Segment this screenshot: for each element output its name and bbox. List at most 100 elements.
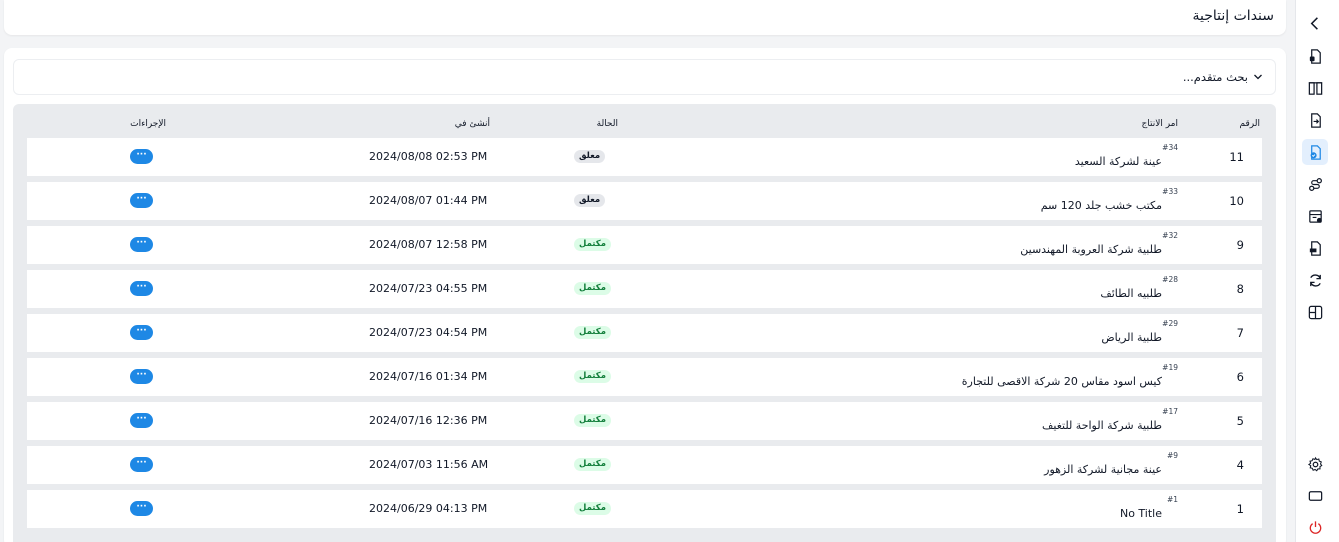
sidebar-item-routes[interactable] (1302, 171, 1328, 197)
gear-icon (1307, 456, 1322, 471)
monitor-icon (1308, 490, 1322, 501)
row-actions-button[interactable]: ··· (130, 193, 153, 208)
display-button[interactable] (1302, 483, 1328, 509)
row-number: 10 (1229, 194, 1244, 208)
status-badge: مكتمل (574, 238, 611, 251)
header-status[interactable]: الحالة (597, 119, 618, 129)
route-icon (1308, 177, 1322, 191)
table-row[interactable]: 10 #33 مكتب خشب جلد 120 سم معلق 2024/08/07 0… (27, 182, 1262, 220)
status-badge: مكتمل (574, 458, 611, 471)
order-id: #1 (1166, 495, 1178, 504)
created-at: 2024/08/08 02:53 PM (369, 150, 488, 163)
created-at: 2024/06/29 04:13 PM (369, 502, 488, 515)
row-actions-button[interactable]: ··· (130, 501, 153, 516)
file-print-icon (1309, 240, 1321, 256)
sidebar-item-columns[interactable] (1302, 75, 1328, 101)
order-name[interactable]: طلبية الرياض (1101, 331, 1162, 344)
layout-icon (1308, 305, 1322, 319)
page-title: سندات إنتاجية (1192, 8, 1274, 24)
row-actions-button[interactable]: ··· (130, 413, 153, 428)
status-badge: مكتمل (574, 282, 611, 295)
back-button[interactable] (1302, 10, 1328, 36)
status-badge: مكتمل (574, 502, 611, 515)
row-actions-button[interactable]: ··· (130, 237, 153, 252)
status-badge: معلق (574, 150, 606, 163)
row-actions-button[interactable]: ··· (130, 325, 153, 340)
sidebar-item-production-vouchers[interactable] (1302, 139, 1328, 165)
row-number: 5 (1236, 414, 1244, 428)
order-name[interactable]: طلبية شركة الواحة للتغيف (1042, 419, 1162, 432)
production-table: الرقم امر الانتاج الحالة أنشئ في الإجراء… (13, 104, 1276, 542)
order-name[interactable]: عينة لشركة السعيد (1075, 155, 1162, 168)
refresh-icon (1309, 273, 1321, 287)
table-row[interactable]: 4 #9 عينة مجانية لشركة الزهور مكتمل 2024/07/… (27, 446, 1262, 484)
table-row[interactable]: 6 #19 كيس اسود مقاس 20 شركة الاقصى للتجارة… (27, 358, 1262, 396)
created-at: 2024/07/23 04:54 PM (369, 326, 488, 339)
table-row[interactable]: 8 #28 طلبيه الطائف مكتمل 2024/07/23 04:55 PM… (27, 270, 1262, 308)
settings-button[interactable] (1302, 451, 1328, 477)
created-at: 2024/08/07 12:58 PM (369, 238, 488, 251)
chevron-down-icon (1254, 74, 1262, 80)
created-at: 2024/07/16 01:34 PM (369, 370, 488, 383)
order-name[interactable]: طلبية شركة العروبة المهندسين (1020, 243, 1162, 256)
header-actions: الإجراءات (130, 119, 166, 129)
table-row[interactable]: 1 #1 No Title مكتمل 2024/06/29 04:13 PM ··· (27, 490, 1262, 528)
table-row[interactable]: 7 #29 طلبية الرياض مكتمل 2024/07/23 04:54 PM… (27, 314, 1262, 352)
row-number: 1 (1236, 502, 1244, 516)
logout-button[interactable] (1302, 514, 1328, 540)
sidebar-item-layout[interactable] (1302, 299, 1328, 325)
sidebar-item-print[interactable] (1302, 235, 1328, 261)
file-check-icon (1310, 144, 1321, 160)
row-actions-button[interactable]: ··· (130, 149, 153, 164)
order-name[interactable]: مكتب خشب جلد 120 سم (1041, 199, 1162, 212)
order-id: #19 (1162, 363, 1178, 372)
row-number: 9 (1236, 238, 1244, 252)
file-lock-icon (1309, 48, 1321, 64)
status-badge: مكتمل (574, 414, 611, 427)
advanced-search-text: بحث متقدم... (1182, 70, 1248, 84)
created-at: 2024/08/07 01:44 PM (369, 194, 488, 207)
created-at: 2024/07/03 11:56 AM (369, 458, 489, 471)
table-row[interactable]: 9 #32 طلبية شركة العروبة المهندسين مكتمل 202… (27, 226, 1262, 264)
invoice-icon (1308, 209, 1322, 223)
header-order[interactable]: امر الانتاج (1141, 119, 1178, 129)
advanced-search-label[interactable]: بحث متقدم... (1183, 70, 1263, 84)
row-actions-button[interactable]: ··· (130, 281, 153, 296)
sidebar-item-transfers[interactable] (1302, 107, 1328, 133)
file-transfer-icon (1310, 112, 1321, 128)
chevron-left-icon (1310, 16, 1318, 30)
row-actions-button[interactable]: ··· (130, 369, 153, 384)
row-number: 7 (1236, 326, 1244, 340)
created-at: 2024/07/23 04:55 PM (369, 282, 488, 295)
advanced-search-toggle[interactable]: بحث متقدم... (13, 59, 1276, 95)
status-badge: معلق (574, 194, 606, 207)
order-id: #33 (1162, 187, 1178, 196)
sidebar (1295, 0, 1339, 542)
page-header: سندات إنتاجية (4, 0, 1286, 35)
order-id: #34 (1162, 143, 1178, 152)
sidebar-item-sync[interactable] (1302, 267, 1328, 293)
sidebar-item-invoices[interactable] (1302, 203, 1328, 229)
order-id: #28 (1162, 275, 1178, 284)
row-number: 8 (1236, 282, 1244, 296)
status-badge: مكتمل (574, 326, 611, 339)
header-number[interactable]: الرقم (1239, 119, 1260, 129)
order-name[interactable]: طلبيه الطائف (1100, 287, 1162, 300)
row-number: 4 (1236, 458, 1244, 472)
header-created[interactable]: أنشئ في (455, 119, 490, 129)
order-id: #29 (1162, 319, 1178, 328)
order-id: #32 (1162, 231, 1178, 240)
columns-icon (1308, 81, 1322, 95)
table-row[interactable]: 11 #34 عينة لشركة السعيد معلق 2024/08/08 02:… (27, 138, 1262, 176)
created-at: 2024/07/16 12:36 PM (369, 414, 488, 427)
order-name[interactable]: كيس اسود مقاس 20 شركة الاقصى للتجارة (962, 375, 1162, 388)
power-icon (1309, 520, 1321, 534)
order-name[interactable]: No Title (1120, 507, 1162, 520)
main-card: بحث متقدم... الرقم امر الانتاج الحالة أن… (4, 48, 1286, 542)
status-badge: مكتمل (574, 370, 611, 383)
table-row[interactable]: 5 #17 طلبية شركة الواحة للتغيف مكتمل 2024/07… (27, 402, 1262, 440)
row-number: 6 (1236, 370, 1244, 384)
order-name[interactable]: عينة مجانية لشركة الزهور (1044, 463, 1162, 476)
row-actions-button[interactable]: ··· (130, 457, 153, 472)
sidebar-item-documents[interactable] (1302, 43, 1328, 69)
